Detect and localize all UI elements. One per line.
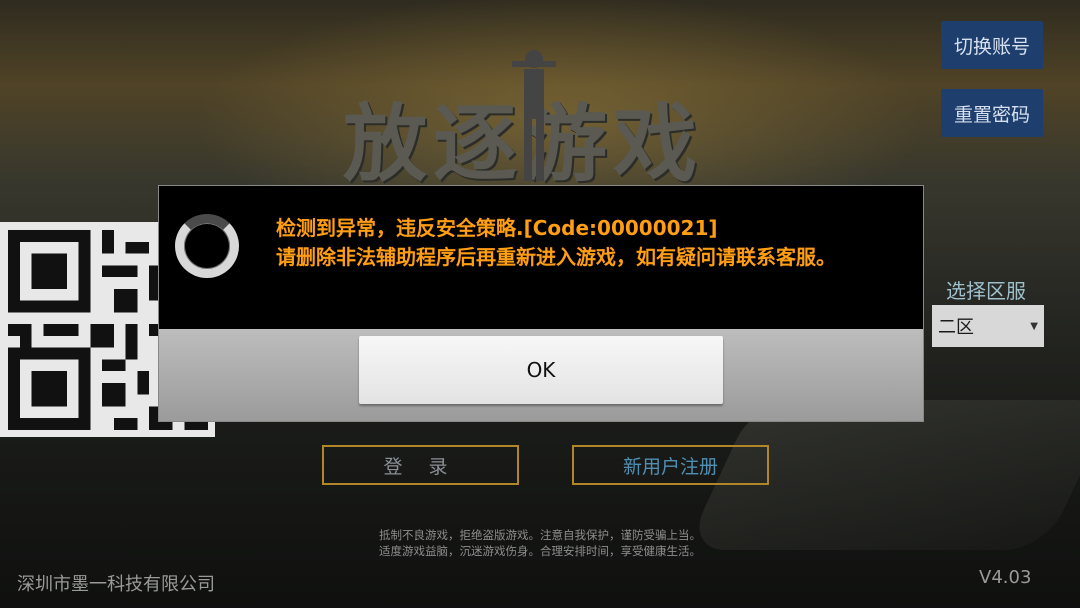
chevron-down-icon: ▼ xyxy=(1030,321,1038,332)
register-button[interactable]: 新用户注册 xyxy=(572,445,769,485)
notice-line-2: 适度游戏益脑，沉迷游戏伤身。合理安排时间，享受健康生活。 xyxy=(379,544,701,558)
error-dialog: 检测到异常，违反安全策略.[Code:00000021] 请删除非法辅助程序后再… xyxy=(158,185,924,422)
login-button[interactable]: 登 录 xyxy=(322,445,519,485)
reset-password-button[interactable]: 重置密码 xyxy=(941,89,1043,137)
switch-account-button[interactable]: 切换账号 xyxy=(941,21,1043,69)
soldier-icon xyxy=(512,50,556,181)
dialog-message-line-1: 检测到异常，违反安全策略.[Code:00000021] xyxy=(276,216,718,240)
notice-line-1: 抵制不良游戏，拒绝盗版游戏。注意自我保护，谨防受骗上当。 xyxy=(379,528,701,542)
region-label: 选择区服 xyxy=(946,279,1026,303)
region-dropdown[interactable]: 二区 ▼ xyxy=(932,305,1044,347)
dialog-message: 检测到异常，违反安全策略.[Code:00000021] 请删除非法辅助程序后再… xyxy=(276,214,896,272)
company-name: 深圳市墨一科技有限公司 xyxy=(17,574,215,595)
region-selected-value: 二区 xyxy=(938,317,974,338)
health-notice: 抵制不良游戏，拒绝盗版游戏。注意自我保护，谨防受骗上当。 适度游戏益脑，沉迷游戏… xyxy=(0,527,1080,559)
loading-spinner-icon xyxy=(175,214,239,278)
game-logo: 放逐游戏 xyxy=(318,45,728,193)
version-label: V4.03 xyxy=(979,567,1032,588)
ok-button[interactable]: OK xyxy=(359,336,723,404)
dialog-message-line-2: 请删除非法辅助程序后再重新进入游戏，如有疑问请联系客服。 xyxy=(276,245,836,269)
dialog-button-bar: OK xyxy=(159,329,923,421)
dialog-message-area: 检测到异常，违反安全策略.[Code:00000021] 请删除非法辅助程序后再… xyxy=(159,186,923,329)
